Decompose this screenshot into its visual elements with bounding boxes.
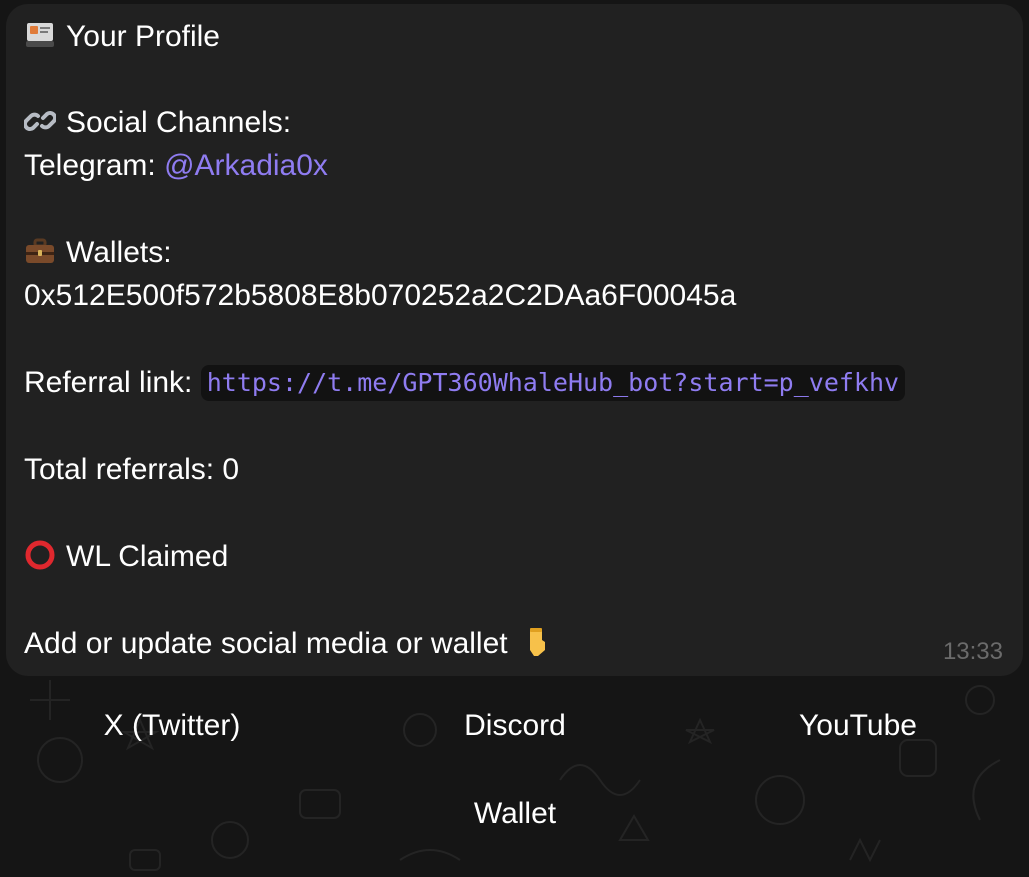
- wl-status-line: WL Claimed: [24, 539, 228, 575]
- wallet-address: 0x512E500f572b5808E8b070252a2C2DAa6F0004…: [24, 279, 737, 312]
- add-prompt: Add or update social media or wallet: [24, 627, 508, 660]
- telegram-label: Telegram:: [24, 149, 165, 182]
- telegram-line: Telegram: @Arkadia0x: [24, 148, 328, 184]
- referral-link-code[interactable]: https://t.me/GPT360WhaleHub_bot?start=p_…: [200, 365, 906, 401]
- referral-label: Referral link:: [24, 366, 201, 399]
- red-circle-icon: [25, 540, 55, 570]
- pointing-down-icon: [529, 628, 545, 656]
- wl-status: WL Claimed: [66, 540, 229, 573]
- briefcase-icon: [26, 238, 54, 263]
- add-prompt-line: Add or update social media or wallet: [24, 626, 562, 662]
- telegram-handle-link[interactable]: @Arkadia0x: [164, 149, 328, 182]
- profile-title: Your Profile: [66, 20, 220, 53]
- twitter-button[interactable]: X (Twitter): [2, 690, 342, 762]
- bot-message-bubble: Your Profile Social Channels: Telegram: …: [6, 4, 1023, 676]
- wallets-heading-line: Wallets:: [24, 235, 172, 271]
- social-channels-heading: Social Channels:: [66, 106, 292, 139]
- wallet-button[interactable]: Wallet: [2, 778, 1028, 850]
- link-icon: [24, 111, 56, 131]
- wallets-heading: Wallets:: [66, 236, 172, 269]
- total-referrals: Total referrals: 0: [24, 453, 240, 486]
- youtube-button[interactable]: YouTube: [688, 690, 1028, 762]
- referral-line: Referral link: https://t.me/GPT360WhaleH…: [24, 365, 906, 401]
- social-heading-line: Social Channels:: [24, 105, 291, 141]
- profile-card-icon: [26, 23, 54, 47]
- discord-button[interactable]: Discord: [345, 690, 685, 762]
- message-timestamp: 13:33: [942, 638, 1003, 665]
- profile-title-line: Your Profile: [24, 19, 220, 55]
